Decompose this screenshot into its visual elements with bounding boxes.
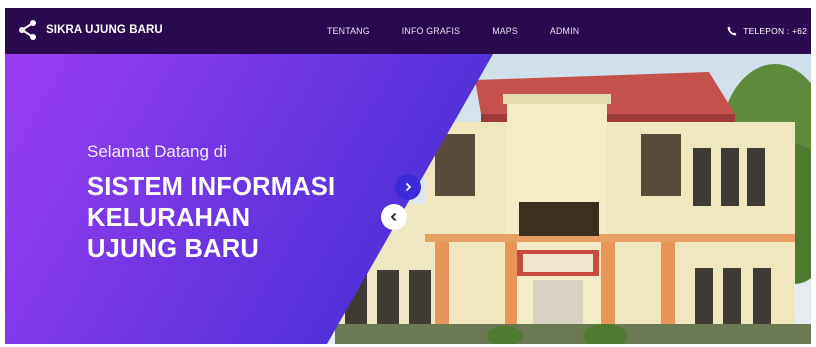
nav-item-maps[interactable]: MAPS xyxy=(492,26,518,36)
page-frame: SIKRA UJUNG BARU TENTANG INFO GRAFIS MAP… xyxy=(5,8,811,344)
hero-text-block: Selamat Datang di SISTEM INFORMASI KELUR… xyxy=(87,142,335,265)
share-nodes-icon xyxy=(19,20,36,40)
top-navbar: SIKRA UJUNG BARU TENTANG INFO GRAFIS MAP… xyxy=(5,8,811,54)
brand-link[interactable]: SIKRA UJUNG BARU xyxy=(18,19,163,41)
phone-label: TELEPON : +62 xyxy=(743,26,807,36)
chevron-left-icon xyxy=(390,212,397,222)
nav-item-info-grafis[interactable]: INFO GRAFIS xyxy=(402,26,460,36)
nav-item-admin[interactable]: ADMIN xyxy=(550,26,579,36)
chevron-right-icon xyxy=(405,182,412,192)
nav-menu: TENTANG INFO GRAFIS MAPS ADMIN xyxy=(327,8,579,54)
hero-title-line-1: SISTEM INFORMASI xyxy=(87,173,336,201)
hero-carousel: Selamat Datang di SISTEM INFORMASI KELUR… xyxy=(5,54,811,344)
nav-item-tentang[interactable]: TENTANG xyxy=(327,26,370,36)
brand-name: SIKRA UJUNG BARU xyxy=(46,24,163,36)
phone-icon xyxy=(727,26,737,36)
hero-title-line-3: UJUNG BARU xyxy=(87,235,260,263)
hero-title-line-2: KELURAHAN xyxy=(87,204,251,232)
hero-welcome: Selamat Datang di xyxy=(87,142,227,161)
phone-contact[interactable]: TELEPON : +62 xyxy=(727,8,807,54)
carousel-prev-button[interactable] xyxy=(381,204,407,230)
carousel-next-button[interactable] xyxy=(395,174,421,200)
